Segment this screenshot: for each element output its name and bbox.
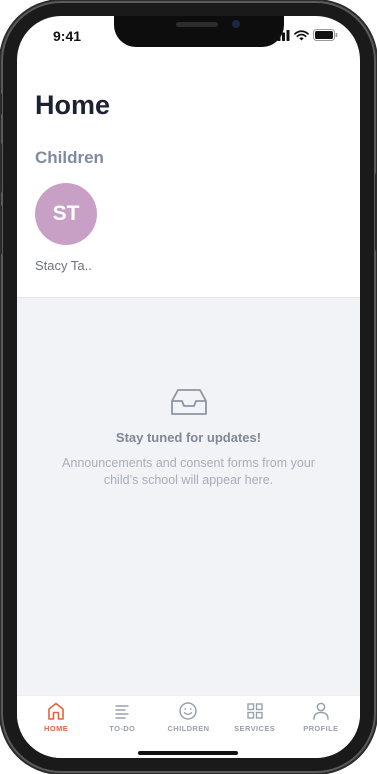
home-icon [48, 702, 64, 720]
empty-state-title: Stay tuned for updates! [115, 430, 262, 445]
empty-state: Stay tuned for updates! Announcements an… [17, 386, 360, 489]
speaker [176, 22, 218, 27]
battery-icon [313, 29, 338, 41]
mute-switch [0, 93, 2, 115]
child-name: Stacy Ta.. [35, 258, 92, 273]
nav-label-todo: TO-DO [109, 724, 136, 733]
updates-panel: Stay tuned for updates! Announcements an… [17, 297, 360, 695]
nav-label-home: HOME [44, 724, 69, 733]
camera [232, 20, 240, 28]
child-card[interactable]: ST Stacy Ta.. [35, 183, 115, 273]
volume-down-button [0, 205, 2, 255]
phone-frame: 9:41 Home Children ST Stacy Ta.. Stay tu… [0, 3, 377, 771]
status-time: 9:41 [53, 28, 82, 44]
nav-item-services[interactable]: SERVICES [223, 701, 287, 758]
nav-label-profile: PROFILE [303, 724, 339, 733]
nav-item-profile[interactable]: PROFILE [289, 701, 353, 758]
avatar: ST [35, 183, 97, 245]
signal-icon [273, 29, 290, 41]
status-icons [273, 29, 338, 41]
children-section-title: Children [35, 148, 104, 167]
empty-state-message: Announcements and consent forms from you… [62, 456, 315, 487]
home-indicator [138, 751, 238, 755]
inbox-icon [170, 389, 207, 415]
bottom-nav: HOME TO-DO CHILDREN SERVICES PROFILE [17, 695, 360, 758]
list-icon [115, 705, 130, 719]
nav-item-home[interactable]: HOME [24, 701, 88, 758]
grid-icon [246, 703, 263, 719]
volume-up-button [0, 143, 2, 193]
nav-item-children[interactable]: CHILDREN [156, 701, 220, 758]
person-icon [313, 702, 329, 720]
nav-item-todo[interactable]: TO-DO [90, 701, 154, 758]
notch [114, 16, 284, 47]
app-screen: 9:41 Home Children ST Stacy Ta.. Stay tu… [17, 16, 360, 758]
page-title: Home [35, 90, 111, 120]
smiley-icon [179, 702, 198, 720]
nav-label-children: CHILDREN [167, 724, 210, 733]
wifi-icon [294, 29, 309, 40]
nav-label-services: SERVICES [234, 724, 276, 733]
